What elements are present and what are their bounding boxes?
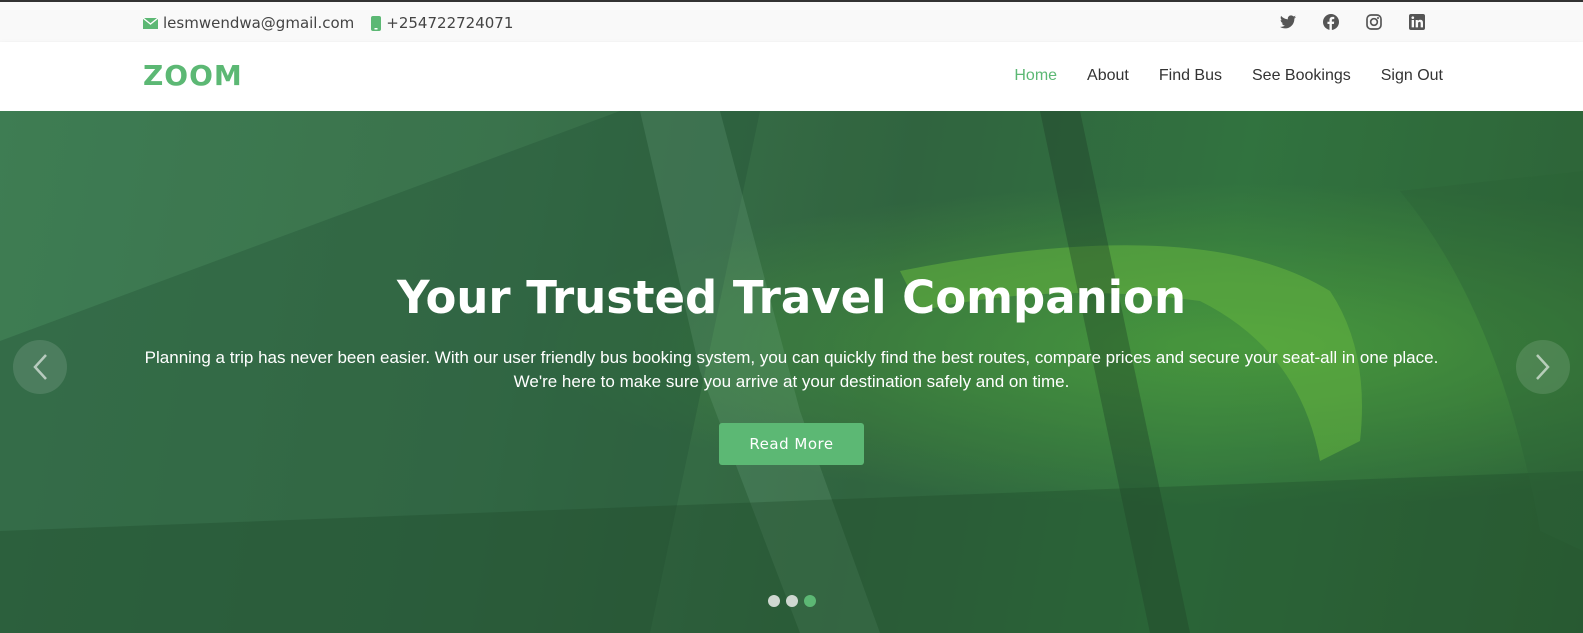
hero-description-line-2: We're here to make sure you arrive at yo… <box>513 372 1070 391</box>
phone-item: +254722724071 <box>371 14 513 32</box>
carousel-prev-button[interactable] <box>13 340 67 394</box>
hero-title: Your Trusted Travel Companion <box>396 271 1187 324</box>
nav-item-see-bookings[interactable]: See Bookings <box>1252 67 1351 85</box>
hero-carousel: Your Trusted Travel Companion Planning a… <box>0 111 1583 633</box>
main-navbar: ZOOM Home About Find Bus See Bookings Si… <box>0 42 1583 111</box>
carousel-next-button[interactable] <box>1516 340 1570 394</box>
top-bar: lesmwendwa@gmail.com +254722724071 <box>0 0 1583 42</box>
mobile-phone-icon <box>371 15 382 31</box>
chevron-left-icon <box>33 354 47 380</box>
nav-item-about[interactable]: About <box>1087 67 1129 85</box>
nav-item-find-bus[interactable]: Find Bus <box>1159 67 1222 85</box>
chevron-right-icon <box>1536 354 1550 380</box>
email-text: lesmwendwa@gmail.com <box>163 14 355 32</box>
nav-item-sign-out[interactable]: Sign Out <box>1381 67 1443 85</box>
read-more-button[interactable]: Read More <box>719 423 864 465</box>
contact-info: lesmwendwa@gmail.com +254722724071 <box>143 14 530 32</box>
carousel-dot-1[interactable] <box>768 595 780 607</box>
linkedin-icon[interactable] <box>1409 14 1425 30</box>
envelope-icon <box>143 17 158 29</box>
social-links <box>1253 14 1425 30</box>
phone-text: +254722724071 <box>386 14 514 32</box>
email-item: lesmwendwa@gmail.com <box>143 14 354 32</box>
carousel-indicators <box>768 595 822 607</box>
carousel-dot-2[interactable] <box>786 595 798 607</box>
facebook-icon[interactable] <box>1323 14 1339 30</box>
carousel-dot-3[interactable] <box>804 595 816 607</box>
twitter-icon[interactable] <box>1280 14 1296 30</box>
main-menu: Home About Find Bus See Bookings Sign Ou… <box>984 67 1443 85</box>
instagram-icon[interactable] <box>1366 14 1382 30</box>
nav-item-home[interactable]: Home <box>1014 67 1057 85</box>
site-logo[interactable]: ZOOM <box>143 59 243 92</box>
hero-description: Planning a trip has never been easier. W… <box>140 346 1443 394</box>
hero-description-line-1: Planning a trip has never been easier. W… <box>144 348 1439 367</box>
